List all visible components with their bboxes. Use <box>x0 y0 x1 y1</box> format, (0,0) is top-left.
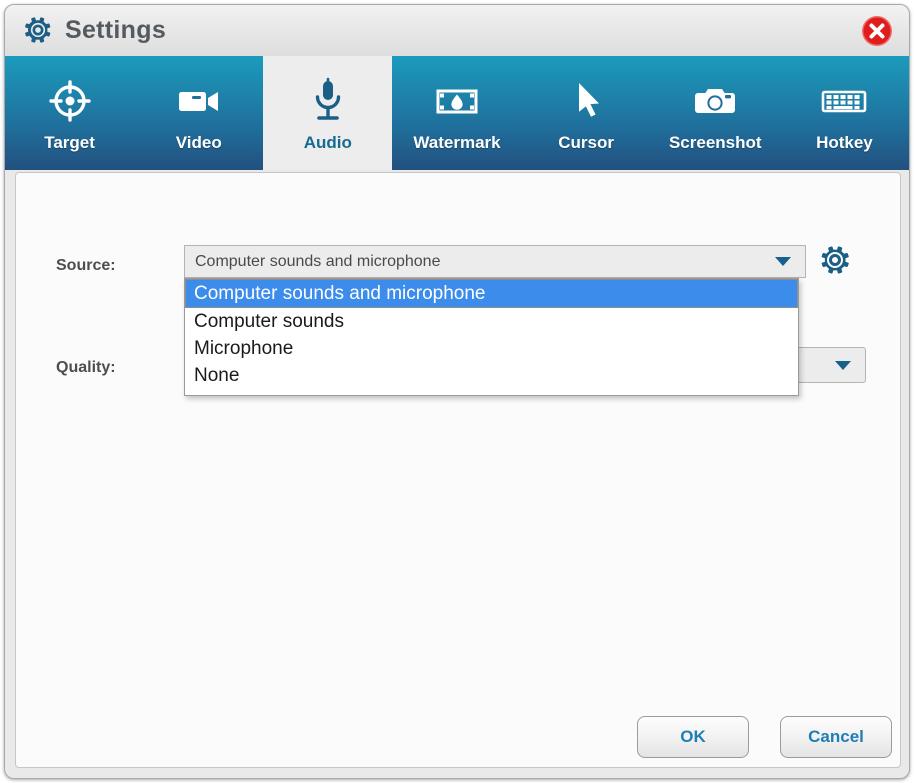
dropdown-option[interactable]: Computer sounds and microphone <box>185 279 798 308</box>
cancel-button[interactable]: Cancel <box>780 716 892 758</box>
tab-cursor[interactable]: Cursor <box>522 56 651 170</box>
tab-label: Hotkey <box>816 133 873 153</box>
gear-icon <box>23 15 53 45</box>
audio-settings-gear-button[interactable] <box>818 243 852 277</box>
source-dropdown-list: Computer sounds and microphone Computer … <box>184 278 799 396</box>
tab-label: Screenshot <box>669 133 762 153</box>
target-crosshair-icon <box>48 78 92 124</box>
title-bar: Settings <box>5 5 909 56</box>
microphone-icon <box>306 78 350 124</box>
watermark-film-icon <box>433 78 481 124</box>
tab-label: Audio <box>304 133 352 153</box>
dropdown-option[interactable]: Microphone <box>185 335 798 362</box>
close-icon[interactable] <box>861 15 893 47</box>
tab-label: Cursor <box>558 133 614 153</box>
source-select-value: Computer sounds and microphone <box>185 253 761 271</box>
ok-button[interactable]: OK <box>637 716 749 758</box>
tab-screenshot[interactable]: Screenshot <box>651 56 780 170</box>
chevron-down-icon[interactable] <box>761 246 805 277</box>
mouse-pointer-icon <box>564 78 608 124</box>
dropdown-option[interactable]: None <box>185 362 798 389</box>
keyboard-icon <box>819 78 869 124</box>
tab-video[interactable]: Video <box>134 56 263 170</box>
chevron-down-icon[interactable] <box>821 348 865 382</box>
settings-window: Settings Target <box>4 4 910 779</box>
tab-target[interactable]: Target <box>5 56 134 170</box>
camcorder-icon <box>175 78 223 124</box>
tab-label: Video <box>176 133 222 153</box>
source-label: Source: <box>56 257 116 275</box>
tab-label: Watermark <box>413 133 500 153</box>
page-title: Settings <box>65 16 166 45</box>
tab-hotkey[interactable]: Hotkey <box>780 56 909 170</box>
camera-icon <box>691 78 739 124</box>
tab-label: Target <box>44 133 95 153</box>
tab-watermark[interactable]: Watermark <box>392 56 521 170</box>
tab-bar: Target Video A <box>5 56 909 170</box>
dropdown-option[interactable]: Computer sounds <box>185 308 798 335</box>
source-select[interactable]: Computer sounds and microphone <box>184 245 806 278</box>
tab-audio[interactable]: Audio <box>263 56 392 170</box>
quality-label: Quality: <box>56 359 116 377</box>
audio-settings-panel: Source: Quality: Computer sounds and mic… <box>15 172 901 768</box>
